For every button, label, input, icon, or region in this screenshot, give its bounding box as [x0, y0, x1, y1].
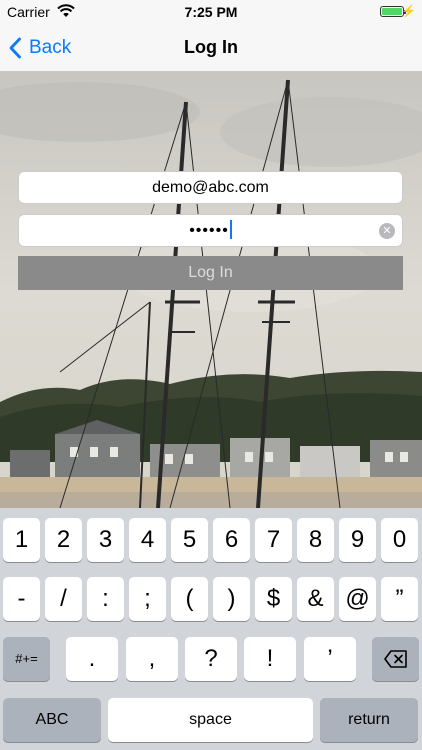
key-close-paren[interactable]: ) [213, 577, 250, 621]
key-period[interactable]: . [66, 637, 118, 681]
key-question[interactable]: ? [185, 637, 237, 681]
key-0[interactable]: 0 [381, 518, 418, 562]
charging-bolt-icon: ⚡ [401, 4, 416, 18]
key-8[interactable]: 8 [297, 518, 334, 562]
password-value: •••••• [189, 222, 229, 239]
key-at[interactable]: @ [339, 577, 376, 621]
password-field[interactable]: •••••• ✕ [18, 214, 403, 247]
key-slash[interactable]: / [45, 577, 82, 621]
key-exclamation[interactable]: ! [244, 637, 296, 681]
key-dollar[interactable]: $ [255, 577, 292, 621]
keyboard: 1 2 3 4 5 6 7 8 9 0 - / : ; ( ) $ & @ ” … [0, 508, 422, 750]
clear-text-icon[interactable]: ✕ [379, 223, 395, 239]
key-6[interactable]: 6 [213, 518, 250, 562]
key-abc[interactable]: ABC [3, 698, 101, 742]
backspace-icon [383, 650, 407, 668]
key-quote[interactable]: ” [381, 577, 418, 621]
key-hyphen[interactable]: - [3, 577, 40, 621]
return-key[interactable]: return [320, 698, 418, 742]
key-5[interactable]: 5 [171, 518, 208, 562]
space-key[interactable]: space [108, 698, 313, 742]
key-semicolon[interactable]: ; [129, 577, 166, 621]
page-title: Log In [184, 37, 238, 57]
key-more-symbols[interactable]: #+= [3, 637, 50, 681]
text-cursor [229, 220, 232, 239]
delete-key[interactable] [372, 637, 419, 681]
email-value: demo@abc.com [152, 179, 269, 196]
key-apostrophe[interactable]: ’ [304, 637, 356, 681]
key-1[interactable]: 1 [3, 518, 40, 562]
key-colon[interactable]: : [87, 577, 124, 621]
key-7[interactable]: 7 [255, 518, 292, 562]
email-field[interactable]: demo@abc.com [18, 171, 403, 204]
key-open-paren[interactable]: ( [171, 577, 208, 621]
key-4[interactable]: 4 [129, 518, 166, 562]
key-2[interactable]: 2 [45, 518, 82, 562]
key-3[interactable]: 3 [87, 518, 124, 562]
key-9[interactable]: 9 [339, 518, 376, 562]
clock: 7:25 PM [184, 4, 238, 20]
status-bar: Carrier 7:25 PM ⚡ [0, 0, 422, 24]
login-button[interactable]: Log In [18, 256, 403, 290]
navigation-bar: Back Log In [0, 24, 422, 72]
key-comma[interactable]: , [126, 637, 178, 681]
key-ampersand[interactable]: & [297, 577, 334, 621]
background-photo [0, 72, 422, 508]
